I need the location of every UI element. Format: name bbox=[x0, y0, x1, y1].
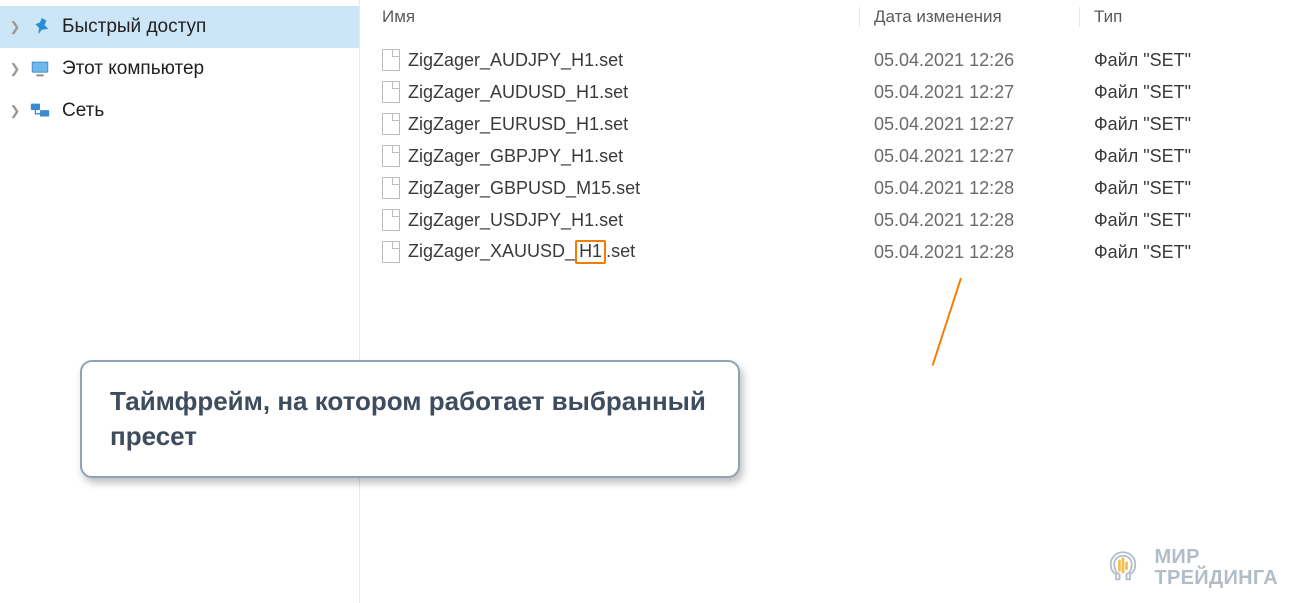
file-type: Файл "SET" bbox=[1080, 114, 1260, 135]
file-icon bbox=[382, 49, 400, 71]
annotation-text: Таймфрейм, на котором работает выбранный… bbox=[110, 386, 706, 451]
sidebar-item-label: Этот компьютер bbox=[62, 58, 204, 80]
file-date: 05.04.2021 12:26 bbox=[860, 50, 1080, 71]
file-type: Файл "SET" bbox=[1080, 146, 1260, 167]
file-name: ZigZager_USDJPY_H1.set bbox=[408, 210, 623, 231]
file-date: 05.04.2021 12:28 bbox=[860, 178, 1080, 199]
file-list: ZigZager_AUDJPY_H1.set 05.04.2021 12:26 … bbox=[360, 34, 1300, 268]
column-header-type[interactable]: Тип bbox=[1080, 7, 1260, 27]
file-date: 05.04.2021 12:27 bbox=[860, 82, 1080, 103]
sidebar-item-quick-access[interactable]: ❯ Быстрый доступ bbox=[0, 6, 359, 48]
file-row[interactable]: ZigZager_EURUSD_H1.set 05.04.2021 12:27 … bbox=[360, 108, 1300, 140]
file-icon bbox=[382, 145, 400, 167]
file-row[interactable]: ZigZager_AUDUSD_H1.set 05.04.2021 12:27 … bbox=[360, 76, 1300, 108]
file-icon bbox=[382, 177, 400, 199]
file-row[interactable]: ZigZager_AUDJPY_H1.set 05.04.2021 12:26 … bbox=[360, 44, 1300, 76]
file-date: 05.04.2021 12:28 bbox=[860, 242, 1080, 263]
pc-icon bbox=[28, 57, 52, 81]
file-name: ZigZager_AUDJPY_H1.set bbox=[408, 50, 623, 71]
pin-icon bbox=[28, 15, 52, 39]
file-date: 05.04.2021 12:27 bbox=[860, 146, 1080, 167]
file-row[interactable]: ZigZager_GBPJPY_H1.set 05.04.2021 12:27 … bbox=[360, 140, 1300, 172]
column-header-row: Имя Дата изменения Тип bbox=[360, 0, 1300, 34]
column-header-date[interactable]: Дата изменения bbox=[860, 7, 1080, 27]
file-type: Файл "SET" bbox=[1080, 50, 1260, 71]
file-type: Файл "SET" bbox=[1080, 82, 1260, 103]
sidebar-item-label: Быстрый доступ bbox=[62, 16, 206, 38]
file-type: Файл "SET" bbox=[1080, 210, 1260, 231]
file-row[interactable]: ZigZager_USDJPY_H1.set 05.04.2021 12:28 … bbox=[360, 204, 1300, 236]
watermark-logo-icon bbox=[1102, 547, 1144, 589]
file-date: 05.04.2021 12:27 bbox=[860, 114, 1080, 135]
highlight-timeframe: H1 bbox=[575, 240, 606, 264]
chevron-right-icon: ❯ bbox=[6, 61, 24, 77]
file-row[interactable]: ZigZager_GBPUSD_M15.set 05.04.2021 12:28… bbox=[360, 172, 1300, 204]
file-list-panel: Имя Дата изменения Тип ZigZager_AUDJPY_H… bbox=[360, 0, 1300, 603]
file-row[interactable]: ZigZager_XAUUSD_H1.set 05.04.2021 12:28 … bbox=[360, 236, 1300, 268]
annotation-callout: Таймфрейм, на котором работает выбранный… bbox=[80, 360, 740, 478]
file-name: ZigZager_EURUSD_H1.set bbox=[408, 114, 628, 135]
sidebar-item-this-pc[interactable]: ❯ Этот компьютер bbox=[0, 48, 359, 90]
file-name: ZigZager_AUDUSD_H1.set bbox=[408, 82, 628, 103]
chevron-right-icon: ❯ bbox=[6, 103, 24, 119]
sidebar-item-label: Сеть bbox=[62, 100, 104, 122]
watermark: МИР ТРЕЙДИНГА bbox=[1102, 547, 1278, 589]
file-type: Файл "SET" bbox=[1080, 178, 1260, 199]
navigation-tree: ❯ Быстрый доступ ❯ Этот компьютер ❯ bbox=[0, 0, 360, 603]
watermark-text: МИР ТРЕЙДИНГА bbox=[1154, 547, 1278, 589]
file-icon bbox=[382, 81, 400, 103]
file-type: Файл "SET" bbox=[1080, 242, 1260, 263]
file-icon bbox=[382, 209, 400, 231]
file-name: ZigZager_GBPJPY_H1.set bbox=[408, 146, 623, 167]
file-date: 05.04.2021 12:28 bbox=[860, 210, 1080, 231]
file-icon bbox=[382, 241, 400, 263]
file-icon bbox=[382, 113, 400, 135]
network-icon bbox=[28, 99, 52, 123]
sidebar-item-network[interactable]: ❯ Сеть bbox=[0, 90, 359, 132]
chevron-right-icon: ❯ bbox=[6, 19, 24, 35]
column-header-name[interactable]: Имя bbox=[360, 7, 860, 27]
file-name: ZigZager_XAUUSD_H1.set bbox=[408, 240, 635, 264]
file-name: ZigZager_GBPUSD_M15.set bbox=[408, 178, 640, 199]
annotation-connector bbox=[932, 278, 962, 366]
